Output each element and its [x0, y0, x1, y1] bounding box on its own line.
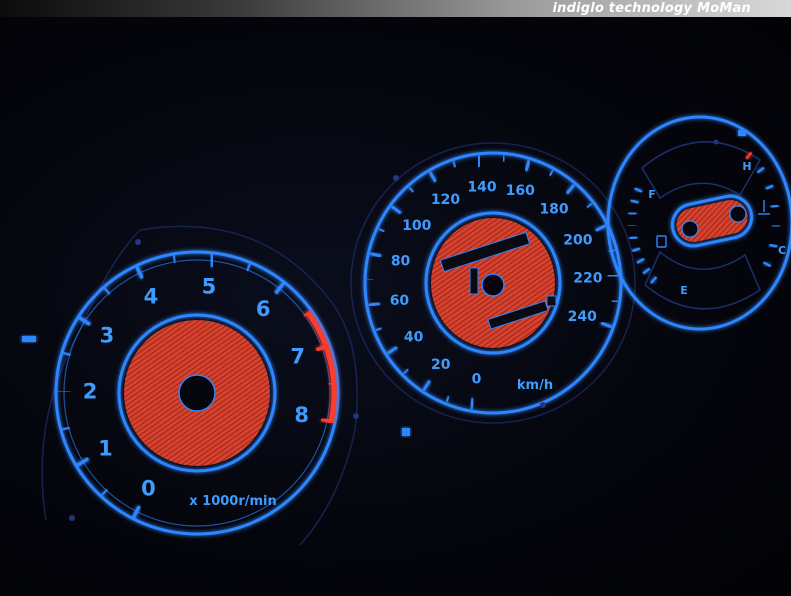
speedo-tick [386, 346, 398, 355]
speedo-tick [469, 397, 475, 410]
speedo-tick [452, 161, 457, 168]
tacho-tick [246, 263, 252, 272]
speedo-tick [476, 155, 482, 167]
speedo-label-40: 40 [404, 329, 424, 345]
speedo-hub [481, 273, 505, 297]
combo-window-bottom [644, 250, 761, 310]
tacho-tick [100, 488, 108, 497]
tacho-redline-arc [306, 311, 337, 423]
speedo-tick [565, 183, 576, 195]
warning-lamp-slot [469, 267, 479, 295]
indicator-lamp [402, 428, 410, 436]
speedo-tick [422, 379, 432, 391]
speedo-tick [607, 274, 619, 278]
tacho-label-2: 2 [83, 380, 98, 404]
speedo-tick [368, 301, 381, 307]
speedo-label-20: 20 [431, 357, 451, 373]
tacho-label-3: 3 [100, 323, 115, 347]
tacho-label-5: 5 [202, 275, 217, 299]
speedo-tick [595, 224, 607, 232]
speedo-label-0: 0 [472, 372, 482, 388]
tacho-tick [76, 457, 90, 467]
temp-needle-hub [729, 205, 747, 223]
speedo-label-160: 160 [506, 183, 535, 199]
tacho-label-0: 0 [141, 476, 156, 500]
speedo-tick [611, 299, 618, 303]
speedo-tick [428, 171, 437, 183]
speedo-tick [600, 321, 612, 329]
speedo-tick [408, 186, 414, 193]
speedo-label-100: 100 [402, 218, 431, 234]
fuel-tick [634, 187, 643, 193]
speedo-label-240: 240 [568, 309, 597, 325]
speedo-tick [549, 169, 554, 177]
tacho-tick [172, 254, 177, 264]
temp-tick [765, 184, 774, 190]
indicator-lamp [738, 130, 746, 136]
speedo-screw-hole [393, 175, 399, 181]
tacho-unit-label: x 1000r/min [189, 494, 277, 509]
speedo-label-60: 60 [390, 293, 410, 309]
speedo-tick [502, 155, 505, 162]
tacho-label-7: 7 [290, 345, 305, 369]
tacho-tick [103, 287, 111, 295]
speedo-label-200: 200 [563, 232, 592, 248]
tacho-label-4: 4 [144, 284, 159, 308]
fuel-tick [629, 235, 638, 240]
speedo-tick [375, 327, 382, 332]
tacho-screw-hole [135, 239, 141, 245]
combo-gauge: F E H C [606, 115, 791, 331]
fuel-tick [628, 211, 637, 216]
speedo-label-220: 220 [573, 270, 602, 286]
gauge-cluster: 0 1 2 3 4 5 67 8 x 1000r/min 0 20 40 60 80 100120 140… [22, 115, 791, 546]
banner-brand: MoMan [697, 1, 751, 16]
fuel-pump-icon [656, 235, 667, 248]
speedo-tick [403, 368, 409, 375]
fuel-tick [636, 257, 645, 264]
thermometer-icon [758, 200, 770, 215]
fuel-tick [642, 267, 651, 275]
speedo-tick [370, 252, 382, 258]
fuel-tick [631, 247, 641, 253]
temp-hot-label: H [742, 160, 751, 173]
banner-tagline: indiglo technology [552, 1, 693, 16]
tacho-hub [178, 374, 216, 412]
speedometer: 0 20 40 60 80 100120 140 160180 200 220 240 km/h [350, 142, 636, 424]
speedo-tick [378, 228, 385, 233]
speedo-tick [524, 159, 531, 172]
speedo-tick [445, 396, 450, 403]
speedo-label-140: 140 [467, 180, 496, 196]
speedo-tick [586, 202, 593, 209]
tacho-label-1: 1 [98, 436, 113, 460]
tacho-tick [209, 253, 215, 267]
tacho-tick [62, 351, 71, 357]
speedo-tick [391, 205, 402, 215]
banner-text: indiglo technology MoMan [553, 1, 791, 16]
temp-tick [762, 261, 772, 268]
combo-screw-hole [713, 139, 719, 145]
fuel-needle-hub [681, 220, 699, 238]
fuel-full-label: F [648, 188, 656, 201]
speedo-unit-label: km/h [517, 378, 553, 393]
indicator-lamp [22, 336, 36, 342]
speedo-label-120: 120 [431, 192, 460, 208]
fuel-tick [630, 199, 639, 204]
temp-tick [756, 166, 765, 174]
temp-tick [770, 204, 779, 209]
fuel-empty-label: E [680, 284, 688, 297]
tacho-label-8: 8 [294, 403, 309, 427]
fuel-tick [649, 276, 658, 284]
speedo-label-80: 80 [391, 254, 411, 270]
temp-cold-label: C [778, 244, 786, 257]
tacho-screw-hole [69, 515, 75, 521]
temp-tick [769, 243, 778, 249]
speedo-screw-hole [540, 402, 546, 408]
tacho-label-6: 6 [256, 297, 271, 321]
banner: indiglo technology MoMan [0, 0, 791, 17]
warning-lamp-slot [546, 295, 557, 307]
speedo-label-180: 180 [539, 202, 568, 218]
tacho-screw-hole [353, 413, 359, 419]
